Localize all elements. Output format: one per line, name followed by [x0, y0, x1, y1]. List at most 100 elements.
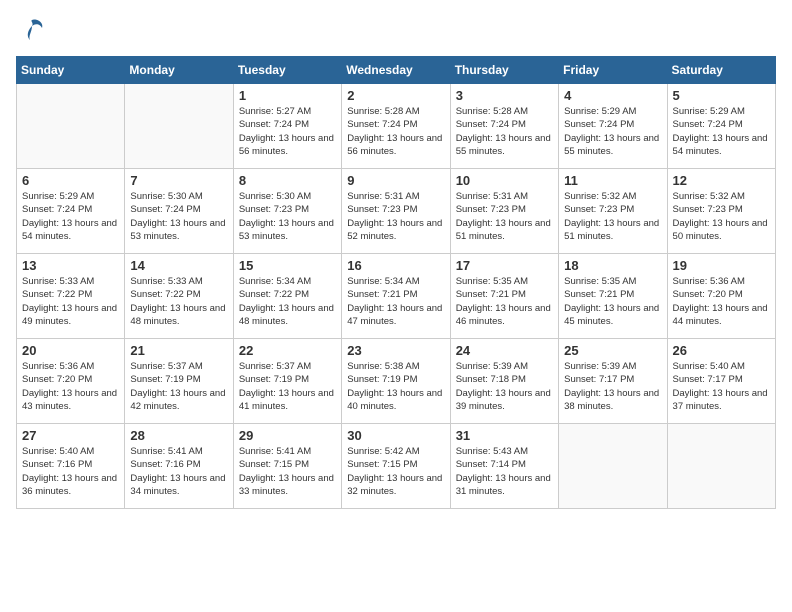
- cell-info: Sunrise: 5:36 AM Sunset: 7:20 PM Dayligh…: [22, 360, 119, 413]
- cell-info: Sunrise: 5:27 AM Sunset: 7:24 PM Dayligh…: [239, 105, 336, 158]
- cell-info: Sunrise: 5:34 AM Sunset: 7:21 PM Dayligh…: [347, 275, 444, 328]
- calendar-cell: 28 Sunrise: 5:41 AM Sunset: 7:16 PM Dayli…: [125, 424, 233, 509]
- day-number: 5: [673, 88, 770, 103]
- calendar-cell: 12 Sunrise: 5:32 AM Sunset: 7:23 PM Dayli…: [667, 169, 775, 254]
- weekday-header-thursday: Thursday: [450, 57, 558, 84]
- cell-info: Sunrise: 5:30 AM Sunset: 7:23 PM Dayligh…: [239, 190, 336, 243]
- day-number: 30: [347, 428, 444, 443]
- calendar-cell: 14Sunrise: 5:33 AM Sunset: 7:22 PM Dayli…: [125, 254, 233, 339]
- calendar-week-3: 13 Sunrise: 5:33 AM Sunset: 7:22 PM Dayli…: [17, 254, 776, 339]
- weekday-header-tuesday: Tuesday: [233, 57, 341, 84]
- calendar-week-5: 27 Sunrise: 5:40 AM Sunset: 7:16 PM Dayli…: [17, 424, 776, 509]
- day-number: 13: [22, 258, 119, 273]
- cell-info: Sunrise: 5:31 AM Sunset: 7:23 PM Dayligh…: [456, 190, 553, 243]
- calendar-cell: 30 Sunrise: 5:42 AM Sunset: 7:15 PM Dayli…: [342, 424, 450, 509]
- logo-bird-icon: [18, 16, 46, 44]
- calendar-cell: 7 Sunrise: 5:30 AM Sunset: 7:24 PM Daylig…: [125, 169, 233, 254]
- cell-info: Sunrise: 5:38 AM Sunset: 7:19 PM Dayligh…: [347, 360, 444, 413]
- day-number: 7: [130, 173, 227, 188]
- calendar-cell: 1 Sunrise: 5:27 AM Sunset: 7:24 PM Daylig…: [233, 84, 341, 169]
- day-number: 9: [347, 173, 444, 188]
- cell-info: Sunrise: 5:39 AM Sunset: 7:17 PM Dayligh…: [564, 360, 661, 413]
- calendar-cell: 3 Sunrise: 5:28 AM Sunset: 7:24 PM Daylig…: [450, 84, 558, 169]
- page-header: [16, 16, 776, 44]
- cell-info: Sunrise: 5:40 AM Sunset: 7:16 PM Dayligh…: [22, 445, 119, 498]
- calendar-cell: 26Sunrise: 5:40 AM Sunset: 7:17 PM Dayli…: [667, 339, 775, 424]
- calendar-cell: 16 Sunrise: 5:34 AM Sunset: 7:21 PM Dayli…: [342, 254, 450, 339]
- calendar-cell: 2Sunrise: 5:28 AM Sunset: 7:24 PM Daylig…: [342, 84, 450, 169]
- day-number: 10: [456, 173, 553, 188]
- calendar-cell: 20 Sunrise: 5:36 AM Sunset: 7:20 PM Dayli…: [17, 339, 125, 424]
- day-number: 1: [239, 88, 336, 103]
- day-number: 22: [239, 343, 336, 358]
- day-number: 23: [347, 343, 444, 358]
- calendar-cell: 24 Sunrise: 5:39 AM Sunset: 7:18 PM Dayli…: [450, 339, 558, 424]
- day-number: 24: [456, 343, 553, 358]
- calendar-cell: 31 Sunrise: 5:43 AM Sunset: 7:14 PM Dayli…: [450, 424, 558, 509]
- day-number: 28: [130, 428, 227, 443]
- calendar-cell: 19Sunrise: 5:36 AM Sunset: 7:20 PM Dayli…: [667, 254, 775, 339]
- day-number: 20: [22, 343, 119, 358]
- cell-info: Sunrise: 5:35 AM Sunset: 7:21 PM Dayligh…: [456, 275, 553, 328]
- day-number: 25: [564, 343, 661, 358]
- weekday-header-friday: Friday: [559, 57, 667, 84]
- cell-info: Sunrise: 5:41 AM Sunset: 7:16 PM Dayligh…: [130, 445, 227, 498]
- cell-info: Sunrise: 5:30 AM Sunset: 7:24 PM Dayligh…: [130, 190, 227, 243]
- calendar-cell: 27 Sunrise: 5:40 AM Sunset: 7:16 PM Dayli…: [17, 424, 125, 509]
- weekday-header-wednesday: Wednesday: [342, 57, 450, 84]
- day-number: 16: [347, 258, 444, 273]
- calendar-week-2: 6 Sunrise: 5:29 AM Sunset: 7:24 PM Daylig…: [17, 169, 776, 254]
- cell-info: Sunrise: 5:28 AM Sunset: 7:24 PM Dayligh…: [456, 105, 553, 158]
- day-number: 17: [456, 258, 553, 273]
- day-number: 21: [130, 343, 227, 358]
- calendar-cell: 13Sunrise: 5:33 AM Sunset: 7:22 PM Dayli…: [17, 254, 125, 339]
- day-number: 3: [456, 88, 553, 103]
- calendar-cell: 8 Sunrise: 5:30 AM Sunset: 7:23 PM Daylig…: [233, 169, 341, 254]
- weekday-header-monday: Monday: [125, 57, 233, 84]
- cell-info: Sunrise: 5:29 AM Sunset: 7:24 PM Dayligh…: [673, 105, 770, 158]
- cell-info: Sunrise: 5:33 AM Sunset: 7:22 PM Dayligh…: [130, 275, 227, 328]
- day-number: 26: [673, 343, 770, 358]
- cell-info: Sunrise: 5:41 AM Sunset: 7:15 PM Dayligh…: [239, 445, 336, 498]
- logo: [16, 16, 46, 44]
- calendar-cell: [667, 424, 775, 509]
- calendar-cell: 4 Sunrise: 5:29 AM Sunset: 7:24 PM Daylig…: [559, 84, 667, 169]
- cell-info: Sunrise: 5:29 AM Sunset: 7:24 PM Dayligh…: [564, 105, 661, 158]
- calendar-cell: 21Sunrise: 5:37 AM Sunset: 7:19 PM Dayli…: [125, 339, 233, 424]
- calendar-cell: 29 Sunrise: 5:41 AM Sunset: 7:15 PM Dayli…: [233, 424, 341, 509]
- cell-info: Sunrise: 5:28 AM Sunset: 7:24 PM Dayligh…: [347, 105, 444, 158]
- calendar-cell: 11 Sunrise: 5:32 AM Sunset: 7:23 PM Dayli…: [559, 169, 667, 254]
- calendar-cell: 6 Sunrise: 5:29 AM Sunset: 7:24 PM Daylig…: [17, 169, 125, 254]
- calendar-cell: 5 Sunrise: 5:29 AM Sunset: 7:24 PM Daylig…: [667, 84, 775, 169]
- cell-info: Sunrise: 5:32 AM Sunset: 7:23 PM Dayligh…: [673, 190, 770, 243]
- cell-info: Sunrise: 5:37 AM Sunset: 7:19 PM Dayligh…: [239, 360, 336, 413]
- calendar-cell: 23 Sunrise: 5:38 AM Sunset: 7:19 PM Dayli…: [342, 339, 450, 424]
- cell-info: Sunrise: 5:36 AM Sunset: 7:20 PM Dayligh…: [673, 275, 770, 328]
- calendar-table: SundayMondayTuesdayWednesdayThursdayFrid…: [16, 56, 776, 509]
- calendar-cell: 10 Sunrise: 5:31 AM Sunset: 7:23 PM Dayli…: [450, 169, 558, 254]
- day-number: 8: [239, 173, 336, 188]
- calendar-week-4: 20 Sunrise: 5:36 AM Sunset: 7:20 PM Dayli…: [17, 339, 776, 424]
- day-number: 12: [673, 173, 770, 188]
- cell-info: Sunrise: 5:39 AM Sunset: 7:18 PM Dayligh…: [456, 360, 553, 413]
- day-number: 15: [239, 258, 336, 273]
- cell-info: Sunrise: 5:34 AM Sunset: 7:22 PM Dayligh…: [239, 275, 336, 328]
- calendar-cell: 9Sunrise: 5:31 AM Sunset: 7:23 PM Daylig…: [342, 169, 450, 254]
- calendar-header: SundayMondayTuesdayWednesdayThursdayFrid…: [17, 57, 776, 84]
- calendar-cell: 22 Sunrise: 5:37 AM Sunset: 7:19 PM Dayli…: [233, 339, 341, 424]
- weekday-header-row: SundayMondayTuesdayWednesdayThursdayFrid…: [17, 57, 776, 84]
- cell-info: Sunrise: 5:29 AM Sunset: 7:24 PM Dayligh…: [22, 190, 119, 243]
- cell-info: Sunrise: 5:32 AM Sunset: 7:23 PM Dayligh…: [564, 190, 661, 243]
- day-number: 27: [22, 428, 119, 443]
- day-number: 6: [22, 173, 119, 188]
- weekday-header-saturday: Saturday: [667, 57, 775, 84]
- calendar-cell: [125, 84, 233, 169]
- calendar-cell: [17, 84, 125, 169]
- day-number: 29: [239, 428, 336, 443]
- cell-info: Sunrise: 5:42 AM Sunset: 7:15 PM Dayligh…: [347, 445, 444, 498]
- day-number: 4: [564, 88, 661, 103]
- cell-info: Sunrise: 5:43 AM Sunset: 7:14 PM Dayligh…: [456, 445, 553, 498]
- day-number: 11: [564, 173, 661, 188]
- calendar-cell: [559, 424, 667, 509]
- day-number: 31: [456, 428, 553, 443]
